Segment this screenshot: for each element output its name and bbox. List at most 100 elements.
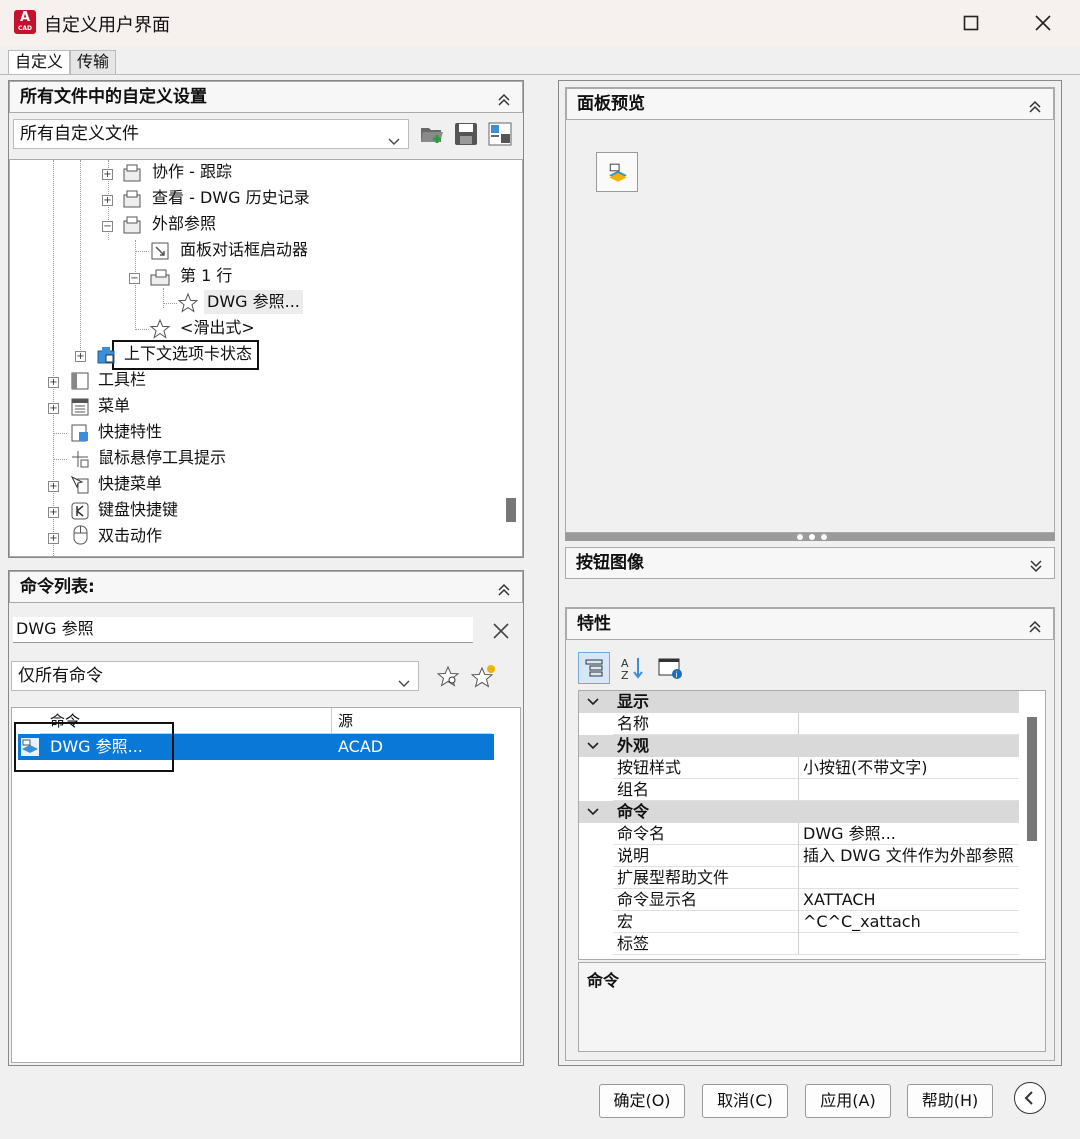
- cancel-button[interactable]: 取消(C): [702, 1084, 788, 1118]
- category-row[interactable]: 显示: [579, 691, 1019, 713]
- property-value[interactable]: XATTACH: [799, 889, 1019, 911]
- expand-icon[interactable]: +: [48, 377, 59, 388]
- splitter-handle[interactable]: [565, 533, 1055, 541]
- preview-button[interactable]: [596, 152, 638, 192]
- close-icon: [1035, 15, 1051, 31]
- expand-icon[interactable]: +: [48, 403, 59, 414]
- expand-icon[interactable]: +: [102, 169, 113, 180]
- maximize-button[interactable]: [944, 6, 998, 40]
- property-row[interactable]: 标签: [579, 933, 1019, 955]
- tab-customize[interactable]: 自定义: [8, 50, 71, 74]
- save-icon[interactable]: [453, 121, 479, 147]
- property-value[interactable]: [799, 867, 1019, 889]
- properties-section: 特性 AZ i 显示 名称 外观 按钮样式 小按钮(不带文字) 组名 命令 命令…: [565, 607, 1055, 1061]
- collapse-dialog-button[interactable]: [1014, 1082, 1046, 1114]
- column-header-source[interactable]: 源: [332, 708, 492, 734]
- open-file-icon[interactable]: [419, 121, 445, 147]
- property-value[interactable]: 插入 DWG 文件作为外部参照: [799, 845, 1019, 867]
- panel-preview-header[interactable]: 面板预览: [566, 88, 1054, 120]
- property-row[interactable]: 说明 插入 DWG 文件作为外部参照: [579, 845, 1019, 867]
- dialog-launcher-icon: [151, 242, 169, 260]
- panel-folder-icon: [123, 190, 141, 208]
- help-button[interactable]: 帮助(H): [907, 1084, 993, 1118]
- collapse-chevron-icon[interactable]: [496, 578, 512, 596]
- clear-search-icon[interactable]: [491, 621, 511, 641]
- property-row[interactable]: 命令显示名 XATTACH: [579, 889, 1019, 911]
- property-value[interactable]: ^C^C_xattach: [799, 911, 1019, 933]
- property-value[interactable]: DWG 参照...: [799, 823, 1019, 845]
- tree-item-double-click-actions[interactable]: 双击动作: [98, 524, 162, 548]
- collapse-icon[interactable]: −: [129, 273, 140, 284]
- find-command-icon[interactable]: [436, 665, 461, 689]
- tree-item-dwg-ref[interactable]: DWG 参照...: [204, 290, 303, 314]
- expand-icon[interactable]: +: [75, 351, 86, 362]
- alphabetical-sort-icon[interactable]: AZ: [618, 654, 646, 682]
- expand-icon[interactable]: +: [48, 533, 59, 544]
- collapse-chevron-icon[interactable]: [1027, 615, 1043, 633]
- property-name: 命令名: [613, 823, 799, 845]
- property-row[interactable]: 按钮样式 小按钮(不带文字): [579, 757, 1019, 779]
- property-grid[interactable]: 显示 名称 外观 按钮样式 小按钮(不带文字) 组名 命令 命令名 DWG 参照…: [578, 690, 1046, 960]
- command-filter-combo[interactable]: 仅所有命令: [11, 661, 419, 691]
- tree-item-slideout[interactable]: <滑出式>: [180, 316, 255, 340]
- property-name: 命令显示名: [613, 889, 799, 911]
- tree-item-row-1[interactable]: 第 1 行: [180, 264, 232, 288]
- expand-chevron-icon[interactable]: [1028, 554, 1044, 573]
- tree-item-toolbars[interactable]: 工具栏: [98, 368, 146, 392]
- collapse-chevron-icon[interactable]: [496, 88, 512, 106]
- customization-file-combo[interactable]: 所有自定义文件: [13, 119, 409, 149]
- customizations-panel-title: 所有文件中的自定义设置: [20, 87, 207, 107]
- property-value[interactable]: [799, 933, 1019, 955]
- property-name: 名称: [613, 713, 799, 735]
- property-row[interactable]: 扩展型帮助文件: [579, 867, 1019, 889]
- command-list-table[interactable]: 命令 源 DWG 参照... ACAD: [11, 707, 521, 1063]
- close-button[interactable]: [1016, 6, 1070, 40]
- tree-item-dwg-history[interactable]: 查看 - DWG 历史记录: [152, 186, 310, 210]
- workspace-icon[interactable]: [487, 121, 513, 147]
- category-row[interactable]: 外观: [579, 735, 1019, 757]
- tree-item-quick-properties[interactable]: 快捷特性: [98, 420, 162, 444]
- apply-button[interactable]: 应用(A): [805, 1084, 891, 1118]
- expand-icon[interactable]: +: [102, 195, 113, 206]
- property-row[interactable]: 宏 ^C^C_xattach: [579, 911, 1019, 933]
- button-image-header[interactable]: 按钮图像: [565, 547, 1055, 579]
- command-list-header[interactable]: 命令列表:: [9, 571, 523, 603]
- new-command-icon[interactable]: [470, 663, 497, 689]
- command-search-input[interactable]: DWG 参照: [13, 617, 473, 643]
- tree-item-keyboard-shortcuts[interactable]: 键盘快捷键: [98, 498, 178, 522]
- ok-button[interactable]: 确定(O): [599, 1084, 685, 1118]
- tree-item-collab-track[interactable]: 协作 - 跟踪: [152, 160, 232, 184]
- expand-icon[interactable]: +: [48, 507, 59, 518]
- tree-item-xref[interactable]: 外部参照: [152, 212, 216, 236]
- tree-item-shortcut-menus[interactable]: 快捷菜单: [98, 472, 162, 496]
- collapse-icon[interactable]: −: [102, 221, 113, 232]
- properties-header[interactable]: 特性: [566, 608, 1054, 640]
- property-row[interactable]: 命令名 DWG 参照...: [579, 823, 1019, 845]
- app-icon-letter: A: [19, 10, 31, 25]
- tree-item-dialog-launcher[interactable]: 面板对话框启动器: [180, 238, 308, 262]
- property-value[interactable]: 小按钮(不带文字): [799, 757, 1019, 779]
- collapse-chevron-icon[interactable]: [1027, 95, 1043, 113]
- categorized-view-icon[interactable]: [578, 652, 610, 684]
- property-grid-scrollbar-thumb[interactable]: [1027, 717, 1037, 841]
- property-row[interactable]: 名称: [579, 713, 1019, 735]
- property-row[interactable]: 组名: [579, 779, 1019, 801]
- tree-scrollbar-thumb[interactable]: [506, 498, 516, 522]
- category-row[interactable]: 命令: [579, 801, 1019, 823]
- property-name: 宏: [613, 911, 799, 933]
- customizations-panel-header[interactable]: 所有文件中的自定义设置: [9, 81, 523, 113]
- svg-text:Z: Z: [621, 669, 629, 682]
- expand-icon[interactable]: +: [48, 481, 59, 492]
- tree-item-rollover-tooltips[interactable]: 鼠标悬停工具提示: [98, 446, 226, 470]
- tree-item-menus[interactable]: 菜单: [98, 394, 130, 418]
- tab-transfer[interactable]: 传输: [70, 50, 117, 74]
- svg-text:i: i: [676, 671, 678, 680]
- contextual-tab-icon: [97, 347, 115, 364]
- dwg-reference-icon: [609, 163, 627, 182]
- tree-item-contextual-tab-states[interactable]: 上下文选项卡状态: [124, 342, 252, 366]
- property-value[interactable]: [799, 713, 1019, 735]
- customization-tree[interactable]: + 协作 - 跟踪 + 查看 - DWG 历史记录 − 外部参照 面板对话框启动…: [9, 159, 523, 557]
- property-value[interactable]: [799, 779, 1019, 801]
- category-label: 显示: [617, 692, 650, 711]
- property-pages-icon[interactable]: i: [656, 654, 684, 682]
